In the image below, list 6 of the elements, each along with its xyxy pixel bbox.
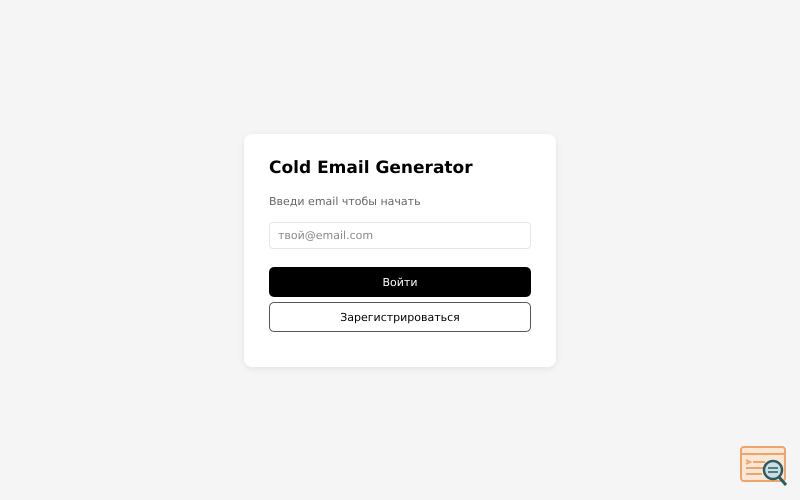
card-title: Cold Email Generator bbox=[269, 158, 474, 178]
register-button[interactable]: Зарегистрироваться bbox=[269, 302, 531, 332]
login-button[interactable]: Войти bbox=[269, 267, 531, 297]
window-magnifier-icon[interactable] bbox=[740, 446, 790, 488]
card-subtitle: Введи email чтобы начать bbox=[269, 195, 422, 208]
email-field[interactable]: твой@email.com bbox=[269, 222, 531, 249]
